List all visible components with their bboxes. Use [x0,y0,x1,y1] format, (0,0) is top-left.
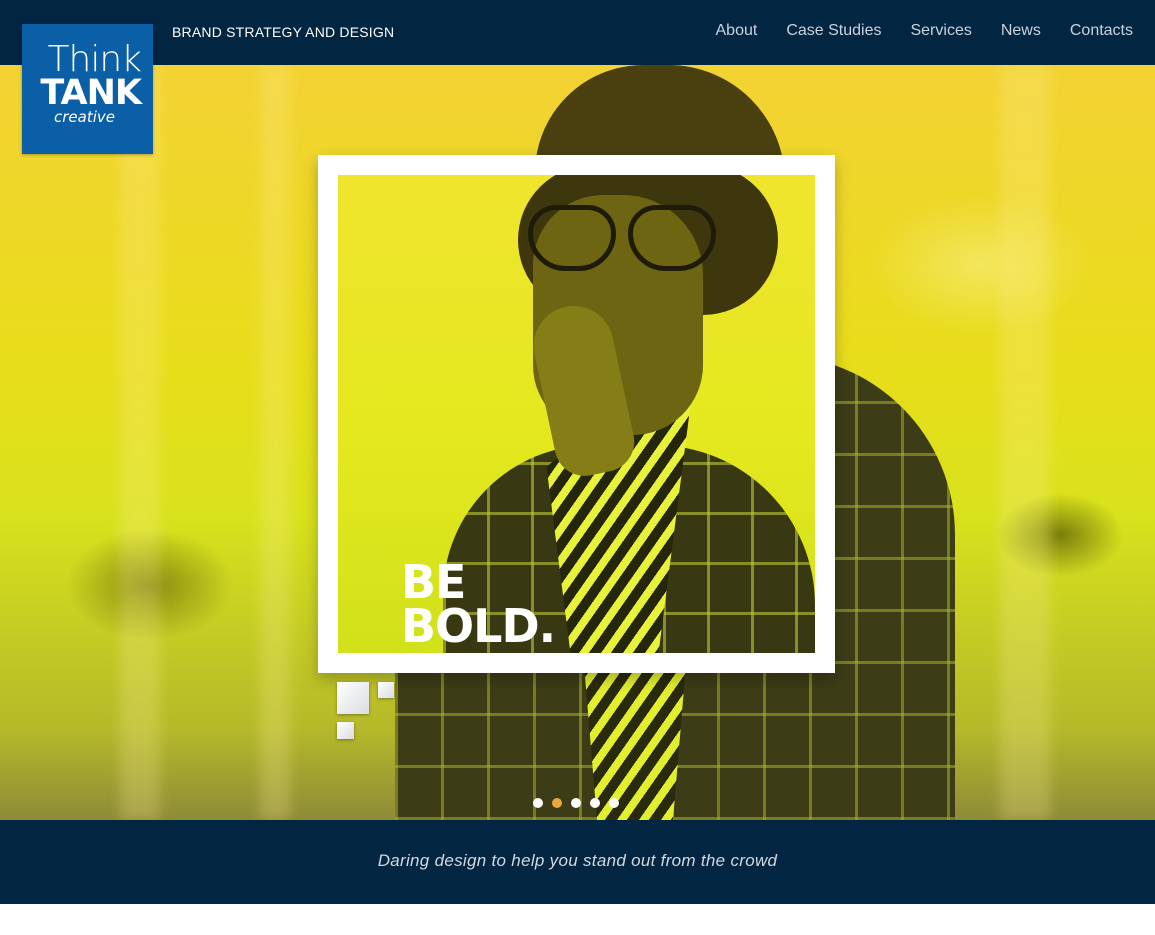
decorative-square [378,682,394,698]
slider-pagination [533,798,619,808]
logo-creative: creative [54,108,115,126]
slide-dot-2[interactable] [552,798,562,808]
slide-dot-3[interactable] [571,798,581,808]
nav-news[interactable]: News [1001,22,1041,40]
nav-contacts[interactable]: Contacts [1070,22,1133,40]
headline-bold: BOLD. [401,599,556,653]
nav-services[interactable]: Services [910,22,971,40]
think-tank-logo[interactable]: Think TANK creative [22,24,153,154]
slide-dot-4[interactable] [590,798,600,808]
decorative-square [337,722,354,739]
hero-photo-frame [318,155,835,673]
background-blur [1000,65,1050,820]
main-nav: About Case Studies Services News Contact… [687,22,1134,40]
nav-about[interactable]: About [716,22,758,40]
hero-headline: BE BOLD. [401,555,556,653]
slide-dot-5[interactable] [609,798,619,808]
background-blur [120,65,160,820]
glasses-icon [528,205,616,271]
background-blur [260,65,290,820]
footer-tagline: Daring design to help you stand out from… [377,851,778,870]
nav-case-studies[interactable]: Case Studies [786,22,881,40]
decorative-square [337,682,369,714]
top-navbar: BRAND STRATEGY AND DESIGN About Case Stu… [0,0,1155,65]
brand-tagline: BRAND STRATEGY AND DESIGN [172,24,395,40]
tagline-band: Daring design to help you stand out from… [0,820,1155,904]
headline-be: BE [401,555,466,609]
slide-dot-1[interactable] [533,798,543,808]
logo-tank: TANK [40,73,142,113]
